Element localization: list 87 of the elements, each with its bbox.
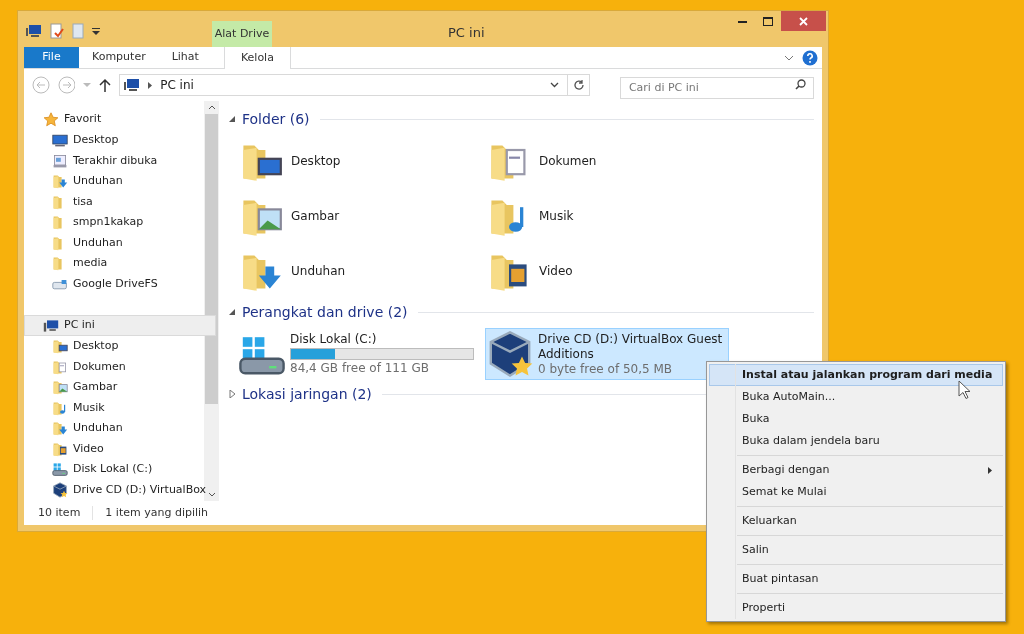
drive-item[interactable]: Drive CD (D:) VirtualBox Guest Additions 0 byte free of 50,5 MB	[485, 328, 729, 380]
menu-item[interactable]: Salin	[709, 539, 1003, 561]
monitor-icon	[52, 132, 68, 149]
menu-item[interactable]: Keluarkan	[709, 510, 1003, 532]
sidebar-item[interactable]: smpn1kakap	[52, 212, 144, 233]
scrollbar[interactable]	[204, 101, 219, 501]
mouse-pointer-icon	[958, 380, 971, 400]
sidebar-item[interactable]: Unduhan	[52, 171, 123, 192]
sidebar-item[interactable]: Terakhir dibuka	[52, 150, 158, 171]
section-heading[interactable]: Folder (6)	[242, 108, 310, 130]
refresh-icon[interactable]	[572, 79, 585, 91]
menu-item[interactable]: Buka AutoMain...	[709, 386, 1003, 408]
cube-icon	[52, 481, 68, 498]
sidebar-item[interactable]: Favorit	[24, 109, 216, 130]
sidebar-item[interactable]: Musik	[52, 397, 105, 418]
sidebar-item[interactable]: Video	[52, 438, 104, 459]
ribbon-tab[interactable]: Lihat	[158, 47, 212, 68]
menu-item[interactable]: Berbagi dengan	[709, 459, 1003, 481]
ribbon-tab[interactable]: Kelola	[223, 47, 291, 69]
address-path: PC ini	[160, 77, 194, 94]
star-icon	[43, 111, 59, 128]
window-title: PC ini	[448, 24, 485, 42]
sidebar-item[interactable]: Dokumen	[52, 356, 126, 377]
help-icon[interactable]	[802, 49, 818, 66]
submenu-arrow-icon	[988, 466, 992, 474]
music-folder-icon	[52, 399, 68, 416]
folder-item[interactable]: Video	[487, 243, 717, 298]
section-heading[interactable]: Lokasi jaringan (2)	[242, 383, 372, 405]
sidebar-item[interactable]: Gambar	[52, 377, 118, 398]
computer-icon[interactable]	[26, 24, 42, 38]
item-count: 10 item	[38, 504, 81, 521]
scroll-up-icon[interactable]	[207, 105, 216, 110]
download-folder-icon	[52, 420, 68, 437]
search-field[interactable]: Cari di PC ini	[619, 76, 814, 99]
ribbon-tab[interactable]: Komputer	[79, 47, 159, 68]
properties-icon[interactable]	[50, 23, 64, 39]
expand-ribbon-icon[interactable]	[784, 54, 794, 61]
sidebar-item[interactable]: tisa	[52, 191, 93, 212]
ribbon-tab[interactable]: File	[24, 47, 79, 68]
sidebar-item[interactable]: Unduhan	[52, 232, 123, 253]
selection-count: 1 item yang dipilih	[105, 504, 209, 521]
menu-item[interactable]: Buka	[709, 408, 1003, 430]
menu-item[interactable]: Instal atau jalankan program dari media	[709, 364, 1003, 386]
desktop-folder-icon	[52, 338, 68, 355]
sidebar-item[interactable]: PC ini	[24, 315, 216, 336]
hard-drive-icon	[52, 461, 68, 478]
folder-item[interactable]: Desktop	[239, 133, 469, 188]
menu-item[interactable]: Semat ke Mulai	[709, 481, 1003, 503]
folder-item[interactable]: Unduhan	[239, 243, 469, 298]
drive-item[interactable]: Disk Lokal (C:) 84,4 GB free of 111 GB	[237, 328, 481, 380]
search-icon	[795, 79, 806, 90]
chevron-right-icon	[148, 81, 153, 89]
sidebar-item[interactable]: media	[52, 253, 108, 274]
folder-item[interactable]: Musik	[487, 188, 717, 243]
sidebar-item[interactable]: Drive CD (D:) VirtualBox	[52, 479, 207, 500]
recent-places-icon	[52, 152, 68, 169]
minimize-icon	[737, 19, 747, 23]
menu-item[interactable]: Buat pintasan	[709, 568, 1003, 590]
folder-item[interactable]: Dokumen	[487, 133, 717, 188]
scrollbar-thumb[interactable]	[205, 114, 218, 404]
dropdown-icon[interactable]	[92, 27, 100, 35]
sidebar-item[interactable]: Desktop	[52, 336, 119, 357]
sidebar-item[interactable]: Unduhan	[52, 418, 123, 439]
dropdown-chevron-icon[interactable]	[550, 82, 560, 88]
sidebar-item[interactable]: Desktop	[52, 130, 119, 151]
expand-icon[interactable]	[229, 390, 236, 398]
address-bar[interactable]: PC ini	[119, 74, 591, 96]
sidebar-item[interactable]: Disk Lokal (C:)	[52, 459, 153, 480]
up-arrow-icon[interactable]	[99, 78, 112, 92]
collapse-icon[interactable]	[229, 115, 236, 123]
download-folder-icon	[52, 173, 68, 190]
context-tab-label: Alat Drive	[212, 21, 272, 47]
section-heading[interactable]: Perangkat dan drive (2)	[242, 301, 408, 323]
maximize-icon	[763, 16, 773, 26]
folder-item[interactable]: Gambar	[239, 188, 469, 243]
sidebar-item[interactable]: Google DriveFS	[52, 273, 158, 294]
documents-folder-icon	[52, 358, 68, 375]
close-icon	[799, 16, 808, 26]
computer-icon	[124, 78, 141, 92]
menu-item[interactable]: Properti	[709, 597, 1003, 619]
collapse-icon[interactable]	[229, 308, 236, 316]
pictures-folder-icon	[52, 379, 68, 396]
scroll-down-icon[interactable]	[207, 492, 216, 497]
close-button[interactable]	[781, 11, 826, 31]
video-folder-icon	[52, 440, 68, 457]
menu-item[interactable]: Buka dalam jendela baru	[709, 430, 1003, 452]
computer-icon	[43, 317, 59, 334]
